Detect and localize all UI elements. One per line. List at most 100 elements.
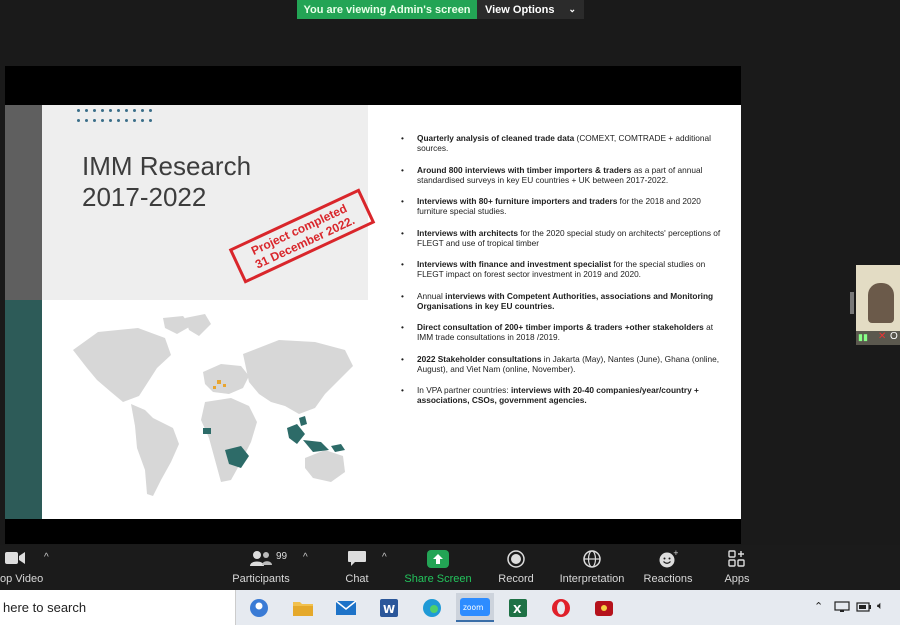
word-icon: W xyxy=(380,598,398,617)
search-placeholder: here to search xyxy=(3,600,87,615)
excel-icon: X xyxy=(509,598,527,617)
game-app-button[interactable] xyxy=(585,593,623,622)
mic-muted-icon: ✕ xyxy=(878,331,887,342)
stop-video-label: op Video xyxy=(0,573,44,585)
participants-button[interactable]: 99 Participants xyxy=(228,545,294,590)
participant-name: O xyxy=(890,331,898,342)
interpretation-button[interactable]: Interpretation xyxy=(554,545,630,590)
share-screen-button[interactable]: Share Screen xyxy=(403,545,473,590)
opera-app-button[interactable] xyxy=(542,593,580,622)
decorative-dots xyxy=(77,109,157,127)
participant-avatar xyxy=(868,283,894,323)
bullet-bold-text: Interviews with finance and investment s… xyxy=(417,259,612,269)
chevron-down-icon: ⌄ xyxy=(568,4,577,14)
windows-taskbar: here to search W zoom X ⌃ 🔈︎ xyxy=(0,590,900,625)
decorative-dot xyxy=(149,119,152,122)
record-button[interactable]: Record xyxy=(494,545,538,590)
reactions-label: Reactions xyxy=(643,573,693,585)
slide-bullet-item: Annual interviews with Competent Authori… xyxy=(397,291,729,311)
slide-bullet-item: Interviews with 80+ furniture importers … xyxy=(397,196,729,216)
network-icon[interactable] xyxy=(834,601,850,613)
slide-bullet-item: Around 800 interviews with timber import… xyxy=(397,165,729,185)
slide-accent-bar-grey xyxy=(5,105,42,300)
decorative-dot xyxy=(93,119,96,122)
bullet-bold-text: Direct consultation of 200+ timber impor… xyxy=(417,322,704,332)
mail-icon xyxy=(335,599,357,615)
share-screen-icon xyxy=(427,550,449,568)
bullet-bold-text: Quarterly analysis of cleaned trade data xyxy=(417,133,575,143)
decorative-dot xyxy=(141,119,144,122)
participants-label: Participants xyxy=(232,573,290,585)
zoom-app-button[interactable]: zoom xyxy=(456,593,494,622)
record-icon xyxy=(507,550,525,568)
people-icon xyxy=(250,598,268,617)
file-explorer-button[interactable] xyxy=(284,593,322,622)
zoom-icon: zoom xyxy=(460,597,490,616)
slide-bullet-item: Direct consultation of 200+ timber impor… xyxy=(397,322,729,342)
slide-bullet-item: Interviews with architects for the 2020 … xyxy=(397,228,729,248)
participant-video-thumbnail[interactable]: ▮▮ ✕ O xyxy=(856,265,900,345)
interpretation-label: Interpretation xyxy=(559,573,625,585)
participants-options-caret-icon[interactable]: ^ xyxy=(303,552,308,563)
reactions-button[interactable]: + Reactions xyxy=(640,545,696,590)
decorative-dot xyxy=(77,109,80,112)
bullet-bold-text: 2022 Stakeholder consultations xyxy=(417,353,542,364)
decorative-dot xyxy=(77,119,80,122)
signal-icon: ▮▮ xyxy=(858,332,868,342)
people-app-button[interactable] xyxy=(240,593,278,622)
bullet-prefix-text: Annual xyxy=(417,290,446,301)
emoji-icon: + xyxy=(659,550,678,568)
decorative-dot xyxy=(85,119,88,122)
chat-label: Chat xyxy=(345,573,369,585)
bullet-bold-text: Interviews with architects xyxy=(417,227,518,238)
chevron-up-icon[interactable]: ⌃ xyxy=(814,600,823,613)
battery-icon[interactable] xyxy=(856,601,872,613)
decorative-dot xyxy=(133,109,136,112)
excel-app-button[interactable]: X xyxy=(499,593,537,622)
video-camera-icon xyxy=(5,552,25,564)
decorative-dot xyxy=(101,119,104,122)
view-options-button[interactable]: View Options ⌄ xyxy=(477,0,584,19)
svg-text:+: + xyxy=(673,550,678,557)
stop-video-button[interactable]: op Video xyxy=(0,545,50,590)
svg-text:W: W xyxy=(383,603,395,616)
mail-app-button[interactable] xyxy=(327,593,365,622)
bullet-bold-text: Around 800 interviews with timber import… xyxy=(417,164,632,175)
taskbar-search-box[interactable]: here to search xyxy=(0,590,236,625)
file-explorer-icon xyxy=(293,601,313,616)
slide-accent-bar-teal xyxy=(5,300,42,519)
thumbnail-drag-handle[interactable] xyxy=(850,292,854,314)
decorative-dot xyxy=(125,119,128,122)
slide-bullet-item: In VPA partner countries: interviews wit… xyxy=(397,385,729,405)
zoom-icon-label: zoom xyxy=(463,603,483,612)
bullet-bold-text: interviews with Competent Authorities, a… xyxy=(417,290,714,311)
record-label: Record xyxy=(498,573,534,585)
decorative-dot xyxy=(141,109,144,112)
decorative-dot xyxy=(133,119,136,122)
decorative-dot xyxy=(93,109,96,112)
slide-bullet-item: Quarterly analysis of cleaned trade data… xyxy=(397,133,729,153)
globe-icon xyxy=(583,550,601,568)
volume-icon[interactable]: 🔈︎ xyxy=(877,600,884,613)
slide-title: IMM Research 2017-2022 xyxy=(82,151,322,213)
meeting-toolbar: op Video ^ 99 Participants ^ Chat ^ Shar… xyxy=(0,545,900,590)
edge-icon xyxy=(423,598,441,617)
decorative-dot xyxy=(101,109,104,112)
video-options-caret-icon[interactable]: ^ xyxy=(44,552,49,563)
chat-options-caret-icon[interactable]: ^ xyxy=(382,552,387,563)
word-app-button[interactable]: W xyxy=(370,593,408,622)
decorative-dot xyxy=(149,109,152,112)
decorative-dot xyxy=(85,109,88,112)
decorative-dot xyxy=(109,109,112,112)
apps-button[interactable]: Apps xyxy=(718,545,756,590)
slide-title-line-1: IMM Research xyxy=(82,151,252,181)
slide-bullet-list: Quarterly analysis of cleaned trade data… xyxy=(397,133,729,417)
world-map-image xyxy=(73,314,353,496)
chat-button[interactable]: Chat xyxy=(335,545,379,590)
slide-bullet-item: Interviews with finance and investment s… xyxy=(397,259,729,279)
screen-share-banner: You are viewing Admin's screen View Opti… xyxy=(297,0,584,19)
bullet-prefix-text: In VPA partner countries: xyxy=(417,385,511,395)
bullet-bold-text: Interviews with 80+ furniture importers … xyxy=(417,196,618,206)
apps-label: Apps xyxy=(724,573,750,585)
edge-app-button[interactable] xyxy=(413,593,451,622)
